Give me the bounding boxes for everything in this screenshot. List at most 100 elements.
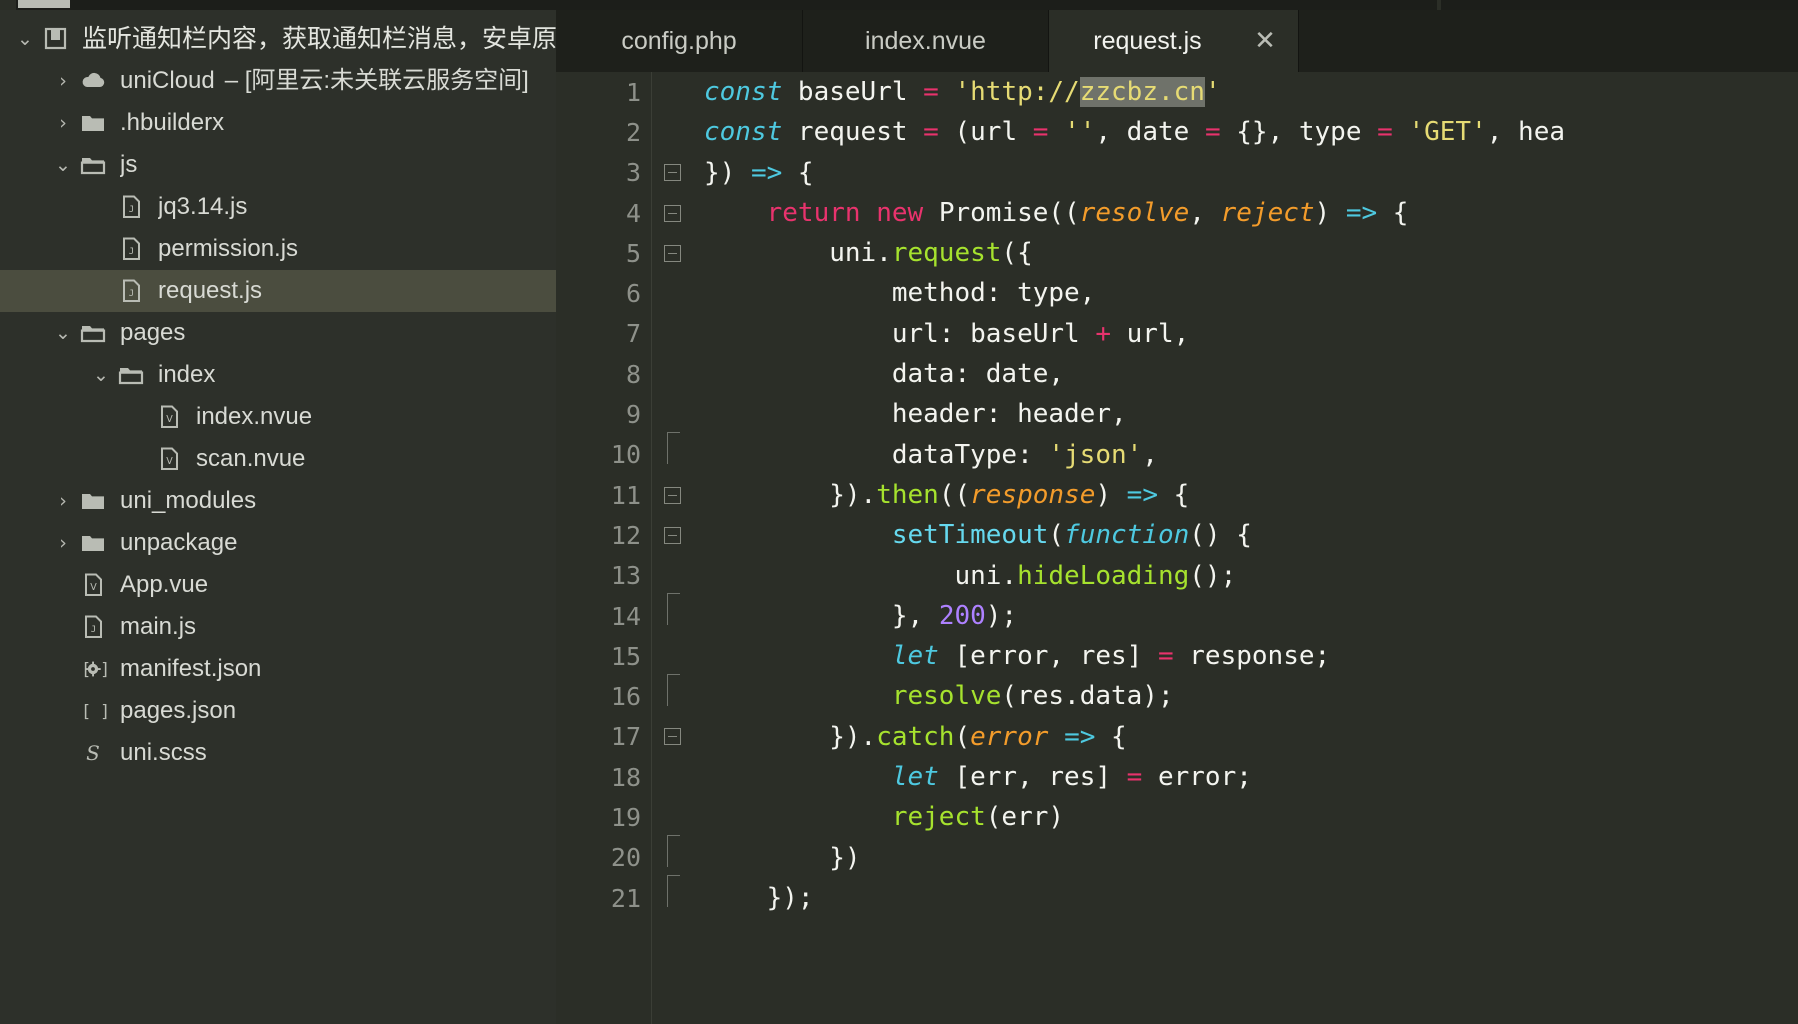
editor-tab-config-php[interactable]: config.php (556, 10, 803, 72)
code-line[interactable]: let [error, res] = response; (692, 636, 1798, 676)
fold-collapse-icon[interactable] (652, 515, 692, 555)
tree-item-index.nvue[interactable]: ›Vindex.nvue (0, 396, 556, 438)
code-token: function (1064, 520, 1189, 550)
code-token: return (767, 198, 861, 228)
code-line[interactable]: return new Promise((resolve, reject) => … (692, 193, 1798, 233)
code-token (704, 762, 892, 792)
code-line[interactable]: dataType: 'json', (692, 435, 1798, 475)
tree-item-scan.nvue[interactable]: ›Vscan.nvue (0, 438, 556, 480)
code-line[interactable]: setTimeout(function() { (692, 515, 1798, 555)
line-number: 21 (556, 878, 651, 918)
code-token: response (970, 480, 1095, 510)
project-explorer-sidebar[interactable]: ⌄监听通知栏内容，获取通知栏消息，安卓原…›uniCloud– [阿里云:未关联… (0, 10, 556, 1024)
chevron-down-icon[interactable]: ⌄ (88, 354, 114, 396)
tree-item-index[interactable]: ⌄index (0, 354, 556, 396)
line-number: 1 (556, 72, 651, 112)
editor-tab-bar[interactable]: config.php index.nvuerequest.js✕ (556, 10, 1798, 72)
tree-item-uni-modules[interactable]: ›uni_modules (0, 480, 556, 522)
editor-tab-label: config.php (621, 27, 736, 56)
code-line[interactable]: url: baseUrl + url, (692, 314, 1798, 354)
fold-end-bracket-icon[interactable] (652, 596, 692, 636)
chevron-right-icon[interactable]: › (50, 102, 76, 144)
code-line[interactable]: header: header, (692, 394, 1798, 434)
tree-item-unicloud[interactable]: ›uniCloud– [阿里云:未关联云服务空间] (0, 60, 556, 102)
scss-file-icon: S (76, 739, 110, 767)
tree-item--[interactable]: ⌄监听通知栏内容，获取通知栏消息，安卓原… (0, 18, 556, 60)
fold-collapse-icon[interactable] (652, 233, 692, 273)
code-line[interactable]: uni.hideLoading(); (692, 556, 1798, 596)
line-number: 16 (556, 676, 651, 716)
tree-item-js[interactable]: ⌄js (0, 144, 556, 186)
tree-item-label: jq3.14.js (158, 186, 247, 228)
chevron-right-icon[interactable]: › (50, 522, 76, 564)
vue-file-icon: V (152, 445, 186, 473)
fold-end-bracket-icon[interactable] (652, 676, 692, 716)
tree-item-pages.json[interactable]: ›[]pages.json (0, 690, 556, 732)
twisty-spacer: › (126, 396, 152, 438)
tree-item-pages[interactable]: ⌄pages (0, 312, 556, 354)
fold-collapse-icon[interactable] (652, 717, 692, 757)
tree-item-permission.js[interactable]: ›Jpermission.js (0, 228, 556, 270)
chevron-down-icon[interactable]: ⌄ (50, 144, 76, 186)
tree-item-jq3.14.js[interactable]: ›Jjq3.14.js (0, 186, 556, 228)
code-line[interactable]: }) => { (692, 153, 1798, 193)
fold-end-bracket-icon[interactable] (652, 878, 692, 918)
code-content[interactable]: const baseUrl = 'http://zzcbz.cn'const r… (692, 72, 1798, 1024)
fold-collapse-icon[interactable] (652, 475, 692, 515)
code-line[interactable]: method: type, (692, 273, 1798, 313)
code-line[interactable]: }).catch(error => { (692, 717, 1798, 757)
tree-item-uni.scss[interactable]: ›Suni.scss (0, 732, 556, 774)
fold-collapse-icon[interactable] (652, 193, 692, 233)
code-token: { (1377, 198, 1408, 228)
code-token: => (1064, 722, 1095, 752)
code-line[interactable]: }).then((response) => { (692, 475, 1798, 515)
code-token: = (1377, 117, 1393, 147)
project-icon (38, 25, 72, 53)
code-line[interactable]: }) (692, 838, 1798, 878)
folder-open-icon (76, 319, 110, 347)
editor-tab-index-nvue[interactable]: index.nvue (803, 10, 1049, 72)
editor-tab-request-js[interactable]: request.js✕ (1049, 10, 1299, 72)
chevron-right-icon[interactable]: › (50, 480, 76, 522)
chevron-down-icon[interactable]: ⌄ (12, 18, 38, 60)
fold-end-bracket-icon[interactable] (652, 435, 692, 475)
code-line[interactable]: const baseUrl = 'http://zzcbz.cn' (692, 72, 1798, 112)
code-token: + (1095, 319, 1111, 349)
line-number: 2 (556, 112, 651, 152)
tree-item-app.vue[interactable]: ›VApp.vue (0, 564, 556, 606)
code-line[interactable]: const request = (url = '', date = {}, ty… (692, 112, 1798, 152)
code-line[interactable]: reject(err) (692, 797, 1798, 837)
tree-item-.hbuilderx[interactable]: ›.hbuilderx (0, 102, 556, 144)
code-line[interactable]: let [err, res] = error; (692, 757, 1798, 797)
tree-item-manifest.json[interactable]: ›[]manifest.json (0, 648, 556, 690)
fold-end-bracket-icon[interactable] (652, 838, 692, 878)
tree-item-request.js[interactable]: ›Jrequest.js (0, 270, 556, 312)
close-icon[interactable]: ✕ (1250, 26, 1280, 56)
tree-item-main.js[interactable]: ›Jmain.js (0, 606, 556, 648)
code-token: 'GET' (1408, 117, 1486, 147)
code-token: , date (1095, 117, 1205, 147)
tree-item-unpackage[interactable]: ›unpackage (0, 522, 556, 564)
code-token: {}, type (1221, 117, 1378, 147)
code-line[interactable]: }); (692, 878, 1798, 918)
fold-collapse-icon[interactable] (652, 153, 692, 193)
code-line[interactable]: resolve(res.data); (692, 676, 1798, 716)
code-line[interactable]: }, 200); (692, 596, 1798, 636)
code-token: 'http:// (954, 77, 1079, 107)
pages-json-icon: [] (76, 697, 110, 725)
code-token: }); (704, 883, 814, 913)
chevron-right-icon[interactable]: › (50, 60, 76, 102)
code-token: , (1142, 440, 1158, 470)
chevron-down-icon[interactable]: ⌄ (50, 312, 76, 354)
code-token (704, 641, 892, 671)
code-token (1048, 117, 1064, 147)
code-token: }). (704, 722, 876, 752)
folder-open-icon (76, 151, 110, 179)
code-fold-gutter[interactable] (652, 72, 692, 1024)
code-line[interactable]: data: date, (692, 354, 1798, 394)
strip-seam-left (0, 0, 16, 10)
code-editor-area[interactable]: 123456789101112131415161718192021 const … (556, 72, 1798, 1024)
code-token: zzcbz.cn (1080, 77, 1205, 107)
code-line[interactable]: uni.request({ (692, 233, 1798, 273)
twisty-spacer: › (50, 564, 76, 606)
